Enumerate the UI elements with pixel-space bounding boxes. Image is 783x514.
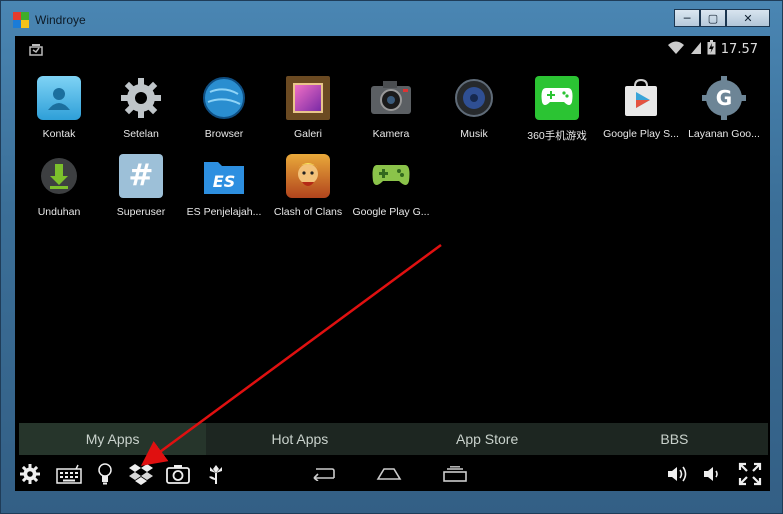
app-clash-of-clans[interactable]: Clash of Clans	[266, 154, 350, 218]
app-es-file-explorer[interactable]: ES ES Penjelajah...	[182, 154, 266, 218]
camera-icon[interactable]	[165, 462, 191, 486]
windroye-window: Windroye ─ ▢ ✕ 17.57 Kontak Setelan Brow…	[0, 0, 783, 514]
app-label: Clash of Clans	[273, 206, 343, 218]
app-label: Kontak	[42, 128, 76, 140]
app-label: Unduhan	[37, 206, 81, 218]
gallery-icon	[286, 76, 330, 120]
app-galeri[interactable]: Galeri	[266, 76, 350, 140]
app-label: Layanan Goo...	[688, 128, 760, 140]
superuser-icon: #	[119, 154, 163, 198]
app-label: Google Play G...	[352, 206, 430, 218]
music-speaker-icon	[452, 76, 496, 120]
app-label: Browser	[204, 128, 244, 140]
play-games-icon	[369, 154, 413, 198]
camera-icon	[369, 76, 413, 120]
globe-icon	[202, 76, 246, 120]
bottom-toolbar	[15, 455, 770, 491]
recent-apps-icon[interactable]	[441, 462, 469, 486]
app-google-play-store[interactable]: Google Play S...	[599, 76, 683, 140]
app-360[interactable]: 360手机游戏	[515, 76, 599, 143]
clock: 17.57	[720, 42, 758, 57]
tab-my-apps[interactable]: My Apps	[19, 423, 207, 455]
close-button[interactable]: ✕	[726, 9, 770, 27]
app-label: 360手机游戏	[527, 130, 587, 142]
lightbulb-icon[interactable]	[92, 462, 118, 486]
notification-icon[interactable]	[29, 41, 43, 60]
battery-charging-icon	[707, 40, 716, 59]
app-kontak[interactable]: Kontak	[17, 76, 101, 140]
app-label: Setelan	[123, 128, 159, 140]
status-bar: 17.57	[15, 36, 770, 60]
windroye-logo-icon	[13, 12, 29, 28]
android-screen: 17.57 Kontak Setelan Browser Galeri Kame…	[15, 36, 770, 491]
gamepad-icon	[535, 76, 579, 120]
gear-icon[interactable]	[17, 462, 43, 486]
app-kamera[interactable]: Kamera	[349, 76, 433, 140]
app-setelan[interactable]: Setelan	[99, 76, 183, 140]
svg-text:ES: ES	[213, 172, 235, 191]
keyboard-icon[interactable]	[55, 462, 83, 486]
flower-icon[interactable]	[203, 462, 229, 486]
app-layanan-google[interactable]: G Layanan Goo...	[682, 76, 766, 140]
titlebar[interactable]: Windroye ─ ▢ ✕	[1, 1, 783, 35]
google-services-icon: G	[702, 76, 746, 120]
app-label: Kamera	[372, 128, 410, 140]
app-google-play-games[interactable]: Google Play G...	[349, 154, 433, 218]
volume-up-icon[interactable]	[665, 462, 691, 486]
app-superuser[interactable]: # Superuser	[99, 154, 183, 218]
download-icon	[37, 154, 81, 198]
store-tabs: My Apps Hot Apps App Store BBS	[19, 423, 768, 455]
fullscreen-icon[interactable]	[737, 462, 763, 486]
app-label: Superuser	[116, 206, 166, 218]
tab-hot-apps[interactable]: Hot Apps	[206, 423, 393, 455]
app-label: Galeri	[293, 128, 322, 140]
minimize-button[interactable]: ─	[674, 9, 700, 27]
tab-app-store[interactable]: App Store	[394, 423, 581, 455]
settings-gear-icon	[119, 76, 163, 120]
maximize-button[interactable]: ▢	[700, 9, 726, 27]
app-label: ES Penjelajah...	[186, 206, 262, 218]
app-label: Musik	[460, 128, 488, 140]
volume-down-icon[interactable]	[699, 462, 725, 486]
window-title: Windroye	[35, 13, 86, 27]
tab-bbs[interactable]: BBS	[581, 423, 768, 455]
app-unduhan[interactable]: Unduhan	[17, 154, 101, 218]
es-file-explorer-icon: ES	[202, 154, 246, 198]
dropbox-icon[interactable]	[128, 462, 154, 486]
wifi-icon	[667, 41, 685, 59]
contacts-icon	[37, 76, 81, 120]
home-icon[interactable]	[375, 462, 403, 486]
signal-icon	[690, 41, 702, 59]
clash-of-clans-icon	[286, 154, 330, 198]
app-label: Google Play S...	[603, 128, 679, 140]
back-icon[interactable]	[309, 462, 337, 486]
app-browser[interactable]: Browser	[182, 76, 266, 140]
play-store-icon	[619, 76, 663, 120]
svg-text:G: G	[716, 86, 732, 110]
app-musik[interactable]: Musik	[432, 76, 516, 140]
